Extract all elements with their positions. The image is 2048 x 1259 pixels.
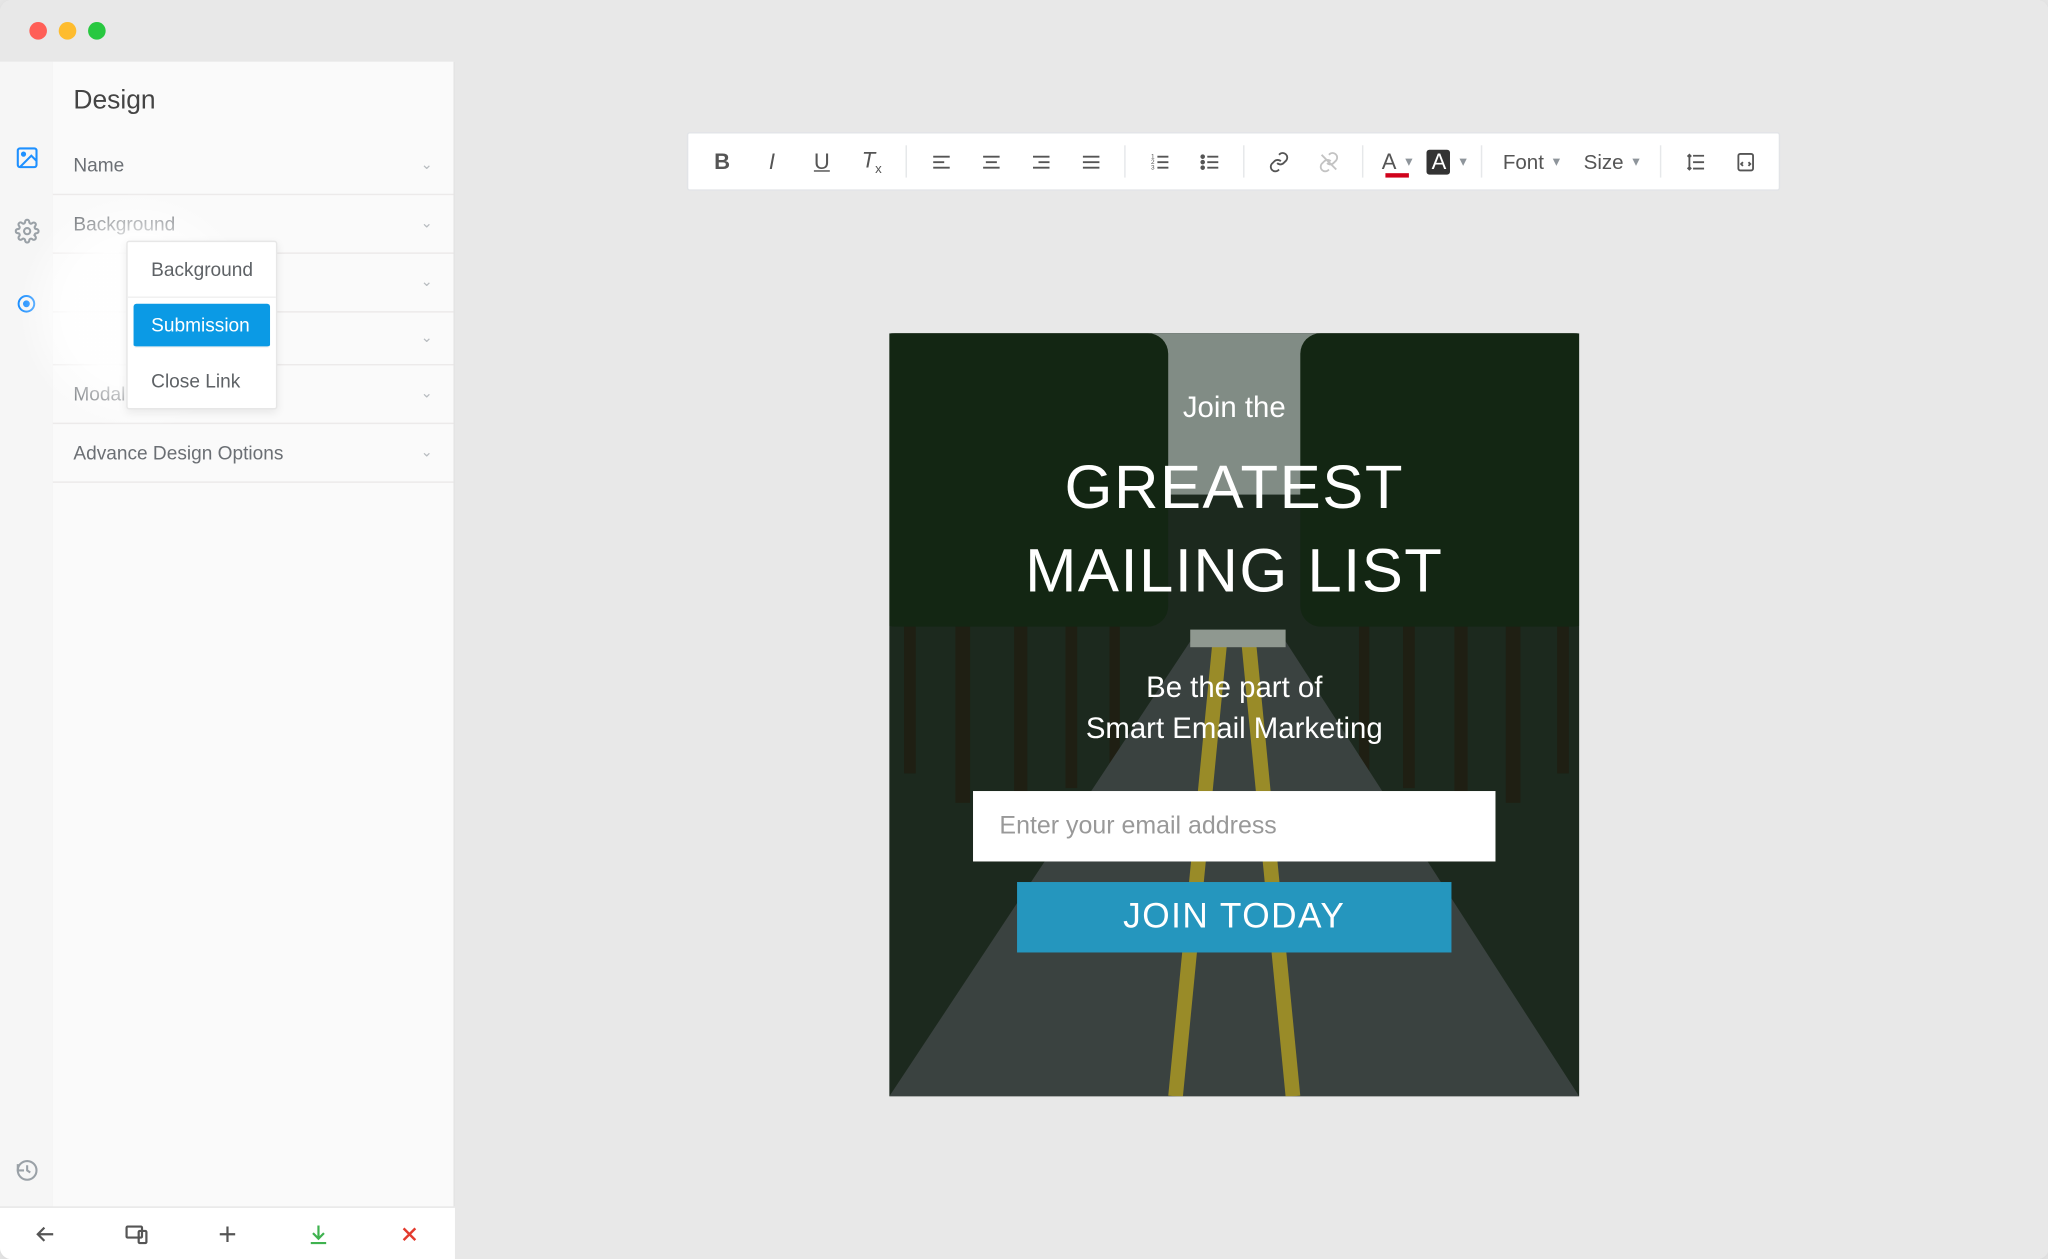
align-left-button[interactable] [919, 139, 963, 183]
highlight-color-button[interactable]: A▾ [1425, 139, 1469, 183]
toolrail [0, 62, 53, 1259]
chevron-down-icon: ⌄ [421, 274, 433, 290]
chevron-down-icon: ⌄ [421, 216, 433, 232]
popup-title-line2: MAILING LIST [1025, 535, 1443, 604]
toolbar-separator [1243, 145, 1244, 177]
size-select[interactable]: Size▾ [1575, 139, 1649, 183]
chevron-down-icon: ⌄ [421, 386, 433, 402]
unlink-button[interactable] [1306, 139, 1350, 183]
chevron-down-icon: ⌄ [421, 445, 433, 461]
image-tool-icon[interactable] [13, 144, 39, 170]
size-label: Size [1584, 150, 1624, 173]
toolbar-separator [906, 145, 907, 177]
window-minimize-dot[interactable] [59, 22, 77, 40]
popup-subtitle: Be the part of Smart Email Marketing [1086, 668, 1383, 750]
app-window: Design Name ⌄ Background ⌄ er ⌄ ⌄ Modal … [0, 0, 2048, 1259]
back-button[interactable] [28, 1216, 63, 1251]
popup-content: Join the GREATEST MAILING LIST Be the pa… [889, 333, 1579, 1096]
underline-button[interactable]: U [800, 139, 844, 183]
bold-button[interactable]: B [700, 139, 744, 183]
footer-toolbar [0, 1206, 455, 1259]
editor-canvas: B I U Tx 123 A▾ A▾ Font▾ Siz [455, 62, 2048, 1259]
join-button[interactable]: JOIN TODAY [1017, 883, 1451, 953]
svg-text:3: 3 [1150, 164, 1154, 171]
devices-button[interactable] [119, 1216, 154, 1251]
sidebar-title: Design [53, 62, 454, 137]
text-color-button[interactable]: A▾ [1375, 139, 1419, 183]
sidebar-item-label: Background [73, 213, 175, 235]
popup-pretitle: Join the [1183, 392, 1286, 426]
popup-sub-line1: Be the part of [1146, 673, 1322, 705]
context-item-close-link[interactable]: Close Link [128, 354, 277, 408]
toolbar-separator [1660, 145, 1661, 177]
history-icon[interactable] [13, 1156, 39, 1182]
popup-title: GREATEST MAILING LIST [1025, 446, 1443, 612]
sidebar-item-name[interactable]: Name ⌄ [53, 136, 454, 195]
line-height-button[interactable] [1674, 139, 1718, 183]
font-select[interactable]: Font▾ [1494, 139, 1569, 183]
window-close-dot[interactable] [29, 22, 47, 40]
design-sidebar: Design Name ⌄ Background ⌄ er ⌄ ⌄ Modal … [53, 62, 455, 1259]
add-button[interactable] [210, 1216, 245, 1251]
sidebar-item-label: Advance Design Options [73, 442, 283, 464]
email-input[interactable] [973, 792, 1495, 862]
align-center-button[interactable] [969, 139, 1013, 183]
popup-sub-line2: Smart Email Marketing [1086, 714, 1383, 746]
download-button[interactable] [301, 1216, 336, 1251]
source-button[interactable] [1723, 139, 1767, 183]
font-label: Font [1503, 150, 1544, 173]
context-item-submission[interactable]: Submission [134, 304, 271, 348]
chevron-down-icon: ⌄ [421, 157, 433, 173]
target-icon[interactable] [13, 291, 39, 317]
chevron-down-icon: ⌄ [421, 330, 433, 346]
close-button[interactable] [392, 1216, 427, 1251]
sidebar-item-advance-design[interactable]: Advance Design Options ⌄ [53, 424, 454, 483]
settings-gear-icon[interactable] [13, 217, 39, 243]
popup-title-line1: GREATEST [1065, 452, 1404, 521]
toolbar-separator [1481, 145, 1482, 177]
unordered-list-button[interactable] [1187, 139, 1231, 183]
clear-format-button[interactable]: Tx [850, 139, 894, 183]
align-justify-button[interactable] [1068, 139, 1112, 183]
richtext-toolbar: B I U Tx 123 A▾ A▾ Font▾ Siz [687, 132, 1781, 191]
italic-button[interactable]: I [750, 139, 794, 183]
window-zoom-dot[interactable] [88, 22, 106, 40]
sidebar-item-label: Name [73, 154, 124, 176]
popup-preview[interactable]: Join the GREATEST MAILING LIST Be the pa… [889, 333, 1579, 1096]
align-right-button[interactable] [1019, 139, 1063, 183]
ordered-list-button[interactable]: 123 [1137, 139, 1181, 183]
toolbar-separator [1124, 145, 1125, 177]
context-item-background[interactable]: Background [128, 242, 277, 298]
toolbar-separator [1362, 145, 1363, 177]
context-menu: Background Submission Close Link [126, 241, 278, 410]
link-button[interactable] [1256, 139, 1300, 183]
window-titlebar [0, 0, 2048, 62]
